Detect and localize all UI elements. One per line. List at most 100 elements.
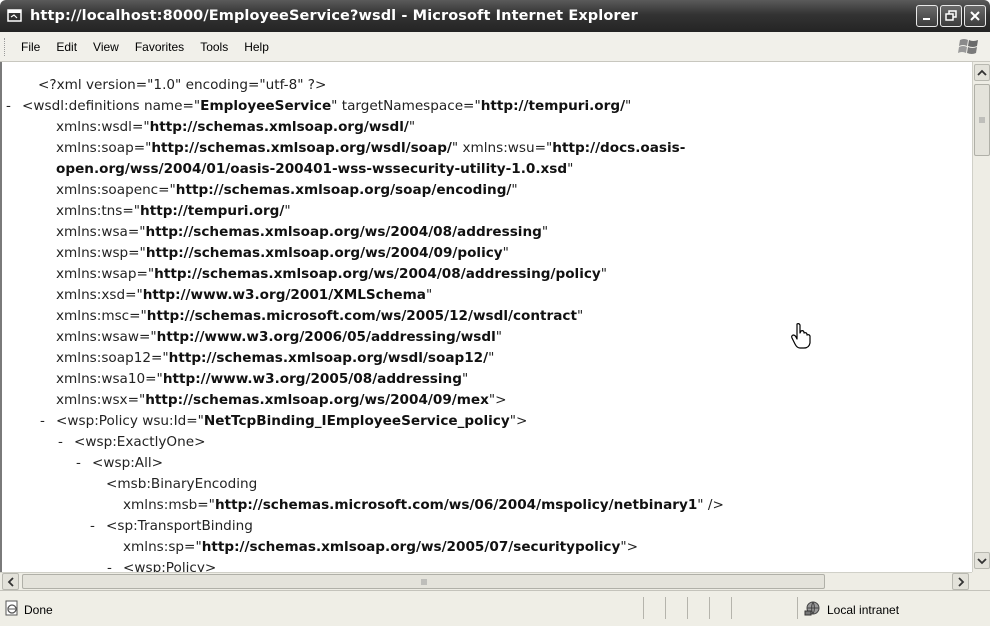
xml-line: xmlns:tns="http://tempuri.org/"	[2, 201, 972, 222]
status-divider	[687, 597, 688, 619]
collapse-toggle[interactable]: -	[107, 558, 112, 572]
ie-icon	[6, 7, 24, 25]
collapse-toggle[interactable]: -	[58, 432, 63, 453]
xml-markup: xmlns:tns="	[56, 203, 141, 219]
scroll-right-button[interactable]	[952, 573, 969, 590]
xml-markup: "	[461, 371, 469, 387]
xml-markup: "	[600, 266, 608, 282]
xml-line: xmlns:xsd="http://www.w3.org/2001/XMLSch…	[2, 285, 972, 306]
document-view[interactable]: <?xml version="1.0" encoding="utf-8" ?> -…	[0, 62, 972, 572]
xml-markup: xmlns:wsa="	[56, 224, 146, 240]
xml-markup: "	[284, 203, 291, 219]
menu-edit[interactable]: Edit	[48, 40, 85, 54]
xml-markup: xmlns:soap="	[56, 140, 152, 156]
chevron-right-icon	[957, 576, 964, 587]
xml-attribute-value: http://schemas.xmlsoap.org/wsdl/	[149, 119, 409, 135]
xml-attribute-value: EmployeeService	[200, 98, 332, 114]
xml-markup: ">	[509, 413, 528, 429]
status-divider	[665, 597, 666, 619]
menu-view[interactable]: View	[85, 40, 127, 54]
xml-markup: " />	[697, 497, 724, 513]
xml-line: xmlns:sp="http://schemas.xmlsoap.org/ws/…	[2, 537, 972, 558]
xml-markup: xmlns:soap12="	[56, 350, 169, 366]
scroll-up-button[interactable]	[974, 64, 990, 81]
scroll-left-button[interactable]	[2, 573, 19, 590]
grip-lines-icon	[421, 578, 426, 585]
xml-markup: "	[495, 329, 503, 345]
menu-favorites[interactable]: Favorites	[127, 40, 192, 54]
title-bar[interactable]: http://localhost:8000/EmployeeService?ws…	[0, 0, 990, 32]
xml-attribute-value: http://schemas.xmlsoap.org/ws/2004/08/ad…	[145, 224, 542, 240]
chevron-up-icon	[977, 69, 987, 76]
xml-markup: xmlns:msb="	[123, 497, 215, 513]
xml-markup: " targetNamespace="	[331, 98, 481, 114]
status-bar: Done Local intranet	[0, 590, 990, 626]
xml-markup: "	[541, 224, 549, 240]
xml-attribute-value: http://schemas.xmlsoap.org/wsdl/soap/	[151, 140, 452, 156]
xml-line: xmlns:msb="http://schemas.microsoft.com/…	[2, 495, 972, 516]
xml-line: - <wsp:All>	[2, 453, 972, 474]
horizontal-scroll-thumb[interactable]	[22, 574, 825, 589]
restore-icon	[945, 10, 957, 21]
xml-attribute-value: http://schemas.xmlsoap.org/ws/2004/08/ad…	[154, 266, 601, 282]
xml-markup: xmlns:xsd="	[56, 287, 143, 303]
xml-markup: ">	[620, 539, 638, 555]
xml-attribute-value: http://www.w3.org/2001/XMLSchema	[142, 287, 426, 303]
minimize-icon	[923, 18, 930, 20]
xml-attribute-value: http://docs.oasis-	[552, 140, 686, 156]
xml-line: - <wsp:Policy>	[2, 558, 972, 572]
status-divider	[709, 597, 710, 619]
xml-markup: xmlns:wsx="	[56, 392, 146, 408]
menu-file[interactable]: File	[13, 40, 48, 54]
xml-markup: xmlns:wsap="	[56, 266, 155, 282]
collapse-toggle[interactable]: -	[76, 453, 81, 474]
vertical-scroll-thumb[interactable]	[974, 84, 990, 156]
close-icon	[970, 11, 980, 21]
xml-markup: "	[502, 245, 509, 261]
chevron-left-icon	[7, 576, 14, 587]
xml-markup: <wsp:All>	[92, 455, 164, 471]
xml-line: xmlns:soap="http://schemas.xmlsoap.org/w…	[2, 138, 972, 159]
menu-tools[interactable]: Tools	[192, 40, 236, 54]
xml-line: xmlns:wsa10="http://www.w3.org/2005/08/a…	[2, 369, 972, 390]
xml-attribute-value: http://tempuri.org/	[140, 203, 285, 219]
window-controls	[916, 5, 986, 27]
xml-markup: xmlns:wsa10="	[56, 371, 163, 387]
close-button[interactable]	[964, 5, 986, 27]
xml-line: open.org/wss/2004/01/oasis-200401-wss-ws…	[2, 159, 972, 180]
xml-attribute-value: http://schemas.xmlsoap.org/wsdl/soap12/	[168, 350, 489, 366]
xml-attribute-value: http://schemas.xmlsoap.org/ws/2005/07/se…	[201, 539, 621, 555]
xml-attribute-value: http://www.w3.org/2006/05/addressing/wsd…	[156, 329, 496, 345]
collapse-toggle[interactable]: -	[90, 516, 95, 537]
minimize-button[interactable]	[916, 5, 938, 27]
security-zone[interactable]: Local intranet	[804, 600, 899, 619]
chevron-down-icon	[977, 557, 987, 564]
restore-button[interactable]	[940, 5, 962, 27]
zone-label: Local intranet	[827, 602, 900, 617]
status-divider	[643, 597, 644, 619]
xml-markup: <msb:BinaryEncoding	[106, 476, 258, 492]
xml-attribute-value: NetTcpBinding_IEmployeeService_policy	[203, 413, 510, 429]
xml-markup: <wsp:Policy wsu:Id="	[56, 413, 204, 429]
xml-markup: xmlns:msc="	[56, 308, 147, 324]
xml-markup: xmlns:wsaw="	[56, 329, 157, 345]
xml-line: - <sp:TransportBinding	[2, 516, 972, 537]
toolbar-grip[interactable]	[4, 37, 7, 56]
collapse-toggle[interactable]: -	[6, 96, 11, 117]
xml-line: xmlns:wsaw="http://www.w3.org/2006/05/ad…	[2, 327, 972, 348]
xml-markup: "	[511, 182, 518, 198]
xml-attribute-value: http://schemas.xmlsoap.org/ws/2004/09/po…	[145, 245, 503, 261]
xml-markup: "	[567, 161, 574, 177]
collapse-toggle[interactable]: -	[40, 411, 45, 432]
scroll-down-button[interactable]	[974, 552, 990, 569]
menu-help[interactable]: Help	[236, 40, 277, 54]
horizontal-scrollbar[interactable]	[0, 572, 972, 590]
vertical-scrollbar[interactable]	[972, 62, 990, 572]
xml-markup: xmlns:soapenc="	[56, 182, 176, 198]
xml-markup: <wsdl:definitions name="	[22, 98, 201, 114]
xml-markup: "	[425, 287, 433, 303]
xml-line: xmlns:wsp="http://schemas.xmlsoap.org/ws…	[2, 243, 972, 264]
xml-attribute-value: http://www.w3.org/2005/08/addressing	[162, 371, 462, 387]
xml-line: xmlns:wsa="http://schemas.xmlsoap.org/ws…	[2, 222, 972, 243]
xml-line: xmlns:wsx="http://schemas.xmlsoap.org/ws…	[2, 390, 972, 411]
